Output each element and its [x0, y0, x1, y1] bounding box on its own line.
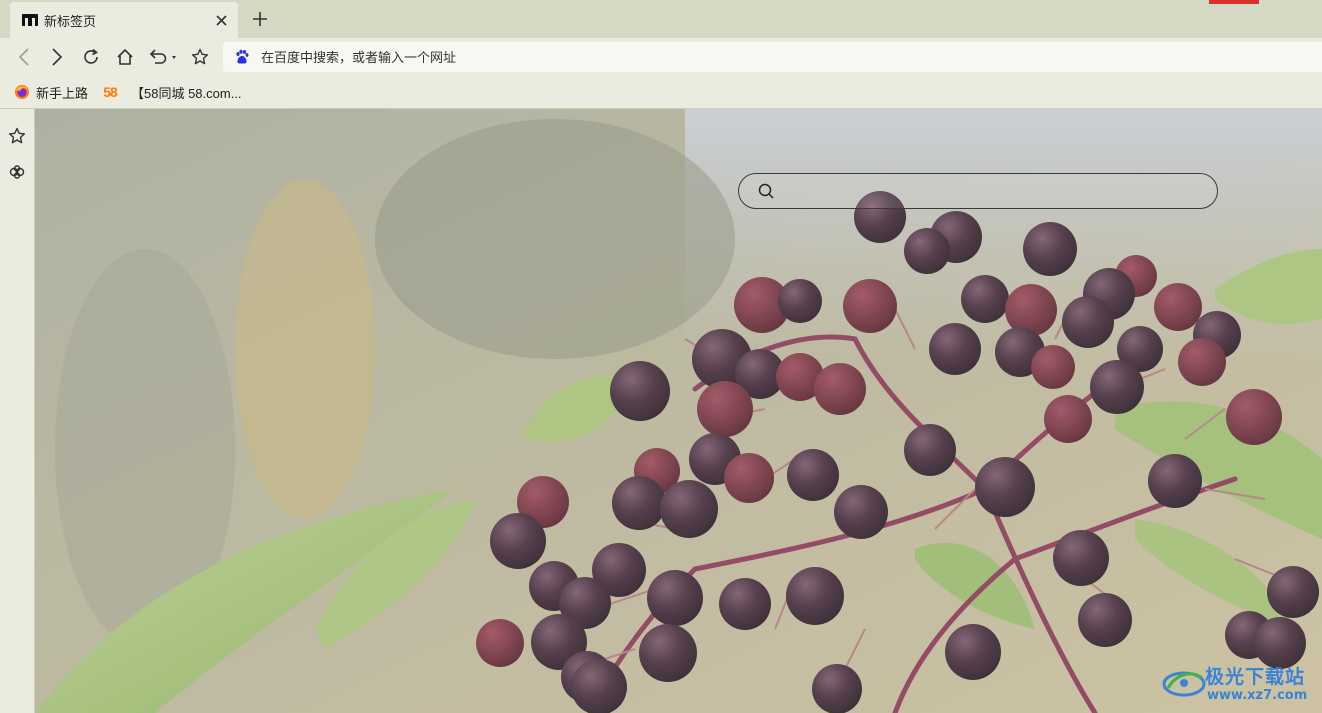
58-logo: 58 — [103, 84, 118, 100]
search-icon — [757, 182, 775, 200]
baidu-paw-icon[interactable] — [233, 48, 251, 66]
forward-button[interactable] — [46, 46, 68, 68]
tab-new-tab-page[interactable]: 新标签页 — [10, 2, 238, 38]
close-icon[interactable] — [212, 11, 230, 29]
sidebar-favorites-button[interactable] — [6, 125, 28, 147]
address-bar[interactable] — [223, 42, 1322, 72]
extension-puzzle-icon[interactable] — [6, 161, 28, 183]
watermark-url: www.xz7.com — [1207, 688, 1308, 703]
watermark: 极光下载站 www.xz7.com — [1160, 660, 1320, 710]
newtab-search-box[interactable] — [738, 173, 1218, 209]
new-tab-button[interactable] — [250, 9, 270, 29]
watermark-text: 极光下载站 — [1205, 666, 1306, 688]
undo-close-tab-button[interactable] — [146, 46, 180, 68]
reload-button[interactable] — [80, 46, 102, 68]
bookmark-58-tongcheng[interactable]: 【58同城 58.com... — [131, 82, 242, 102]
bookmark-58-logo[interactable]: 58 — [101, 82, 124, 102]
favorite-button[interactable] — [189, 46, 211, 68]
left-sidebar — [0, 109, 35, 713]
bookmark-label: 【58同城 58.com... — [131, 85, 242, 101]
new-tab-content — [35, 109, 1322, 713]
address-input[interactable] — [259, 48, 1163, 66]
newtab-search-input[interactable] — [783, 182, 1207, 200]
tab-strip: 新标签页 — [0, 0, 1322, 38]
window-control-accent — [1209, 0, 1259, 4]
bookmark-getting-started[interactable]: 新手上路 — [13, 82, 88, 102]
browser-logo-icon — [22, 12, 38, 28]
bookmarks-bar: 新手上路 58 【58同城 58.com... — [0, 76, 1322, 109]
watermark-logo-icon — [1162, 671, 1206, 697]
navigation-toolbar — [0, 38, 1322, 76]
firefox-icon — [13, 83, 31, 101]
home-button[interactable] — [114, 46, 136, 68]
tab-title: 新标签页 — [44, 13, 97, 29]
bookmark-label: 新手上路 — [36, 85, 89, 101]
back-button[interactable] — [13, 46, 35, 68]
